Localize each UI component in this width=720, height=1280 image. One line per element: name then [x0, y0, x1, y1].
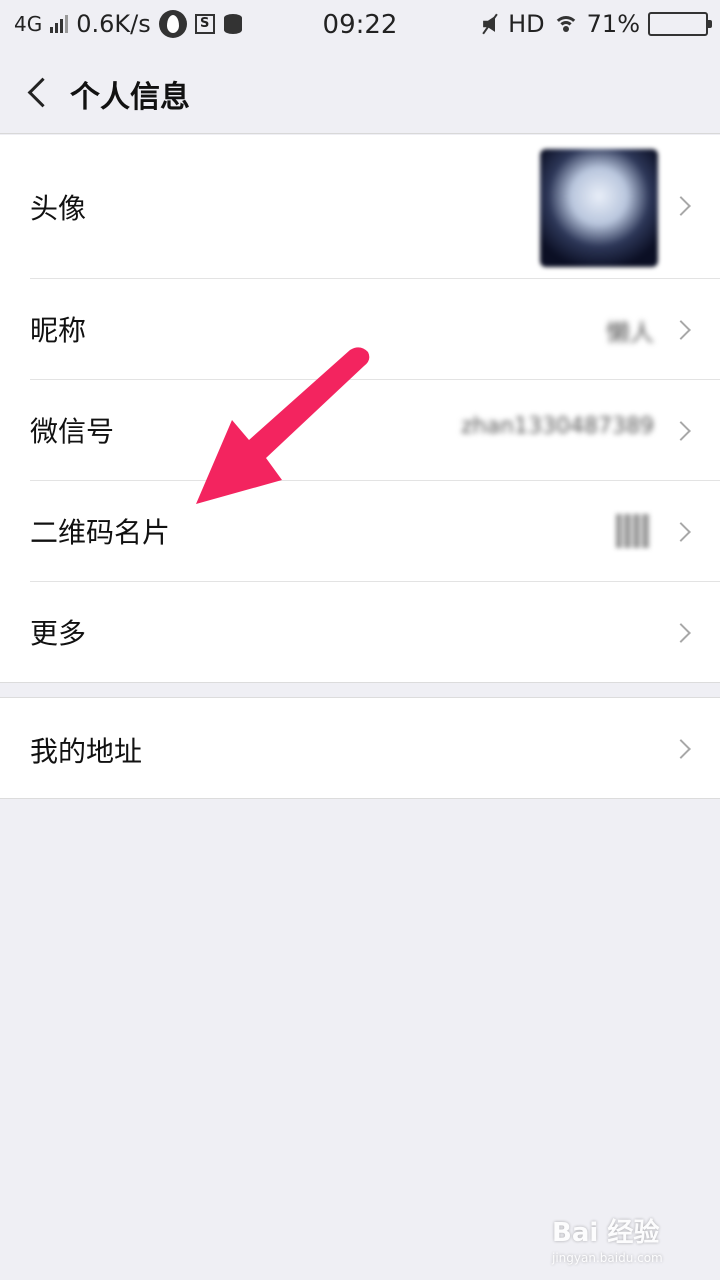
list-item-my-address[interactable]: 我的地址: [0, 698, 720, 798]
wechat-id-label: 微信号: [30, 415, 115, 448]
wifi-icon: [552, 14, 579, 34]
chevron-right-icon: [671, 623, 691, 643]
my-address-label: 我的地址: [30, 735, 143, 768]
status-right: HD 71%: [480, 10, 712, 38]
back-button[interactable]: [22, 72, 58, 112]
avatar-label: 头像: [30, 192, 87, 225]
qr-code-label: 二维码名片: [30, 516, 171, 549]
page-title: 个人信息: [70, 80, 190, 115]
nickname-value: 懒人: [606, 319, 654, 347]
wechat-id-value: zhan1330487389: [461, 414, 654, 439]
watermark-subtext: jingyan.baidu.com: [552, 1251, 663, 1265]
watermark-text: Bai 经验: [552, 1218, 660, 1248]
avatar: [540, 149, 658, 267]
list-item-nickname[interactable]: 昵称 懒人: [0, 279, 720, 380]
hd-label: HD: [508, 10, 545, 38]
chevron-right-icon: [671, 196, 691, 216]
address-list: 我的地址: [0, 697, 720, 799]
list-item-wechat-id[interactable]: 微信号 zhan1330487389: [0, 380, 720, 481]
mute-icon: [480, 13, 500, 35]
chevron-right-icon: [671, 522, 691, 542]
list-item-avatar[interactable]: 头像: [0, 135, 720, 279]
status-bar: 4G 0.6K/s S 09:22 HD 71%: [0, 0, 720, 50]
chevron-right-icon: [671, 320, 691, 340]
qr-code-icon: [616, 514, 650, 548]
nickname-label: 昵称: [30, 314, 87, 347]
list-item-more[interactable]: 更多: [0, 582, 720, 682]
list-item-qr-code[interactable]: 二维码名片: [0, 481, 720, 582]
battery-icon: [648, 12, 712, 36]
chevron-right-icon: [671, 739, 691, 759]
navigation-bar: 个人信息: [0, 50, 720, 134]
divider: [0, 682, 720, 683]
more-label: 更多: [30, 617, 87, 650]
watermark-logo: Bai 经验 jingyan.baidu.com: [552, 1212, 663, 1265]
chevron-right-icon: [671, 421, 691, 441]
battery-percent: 71%: [586, 10, 640, 38]
profile-list: 头像 昵称 懒人 微信号 zhan1330487389 二维码名片 更多: [0, 135, 720, 682]
